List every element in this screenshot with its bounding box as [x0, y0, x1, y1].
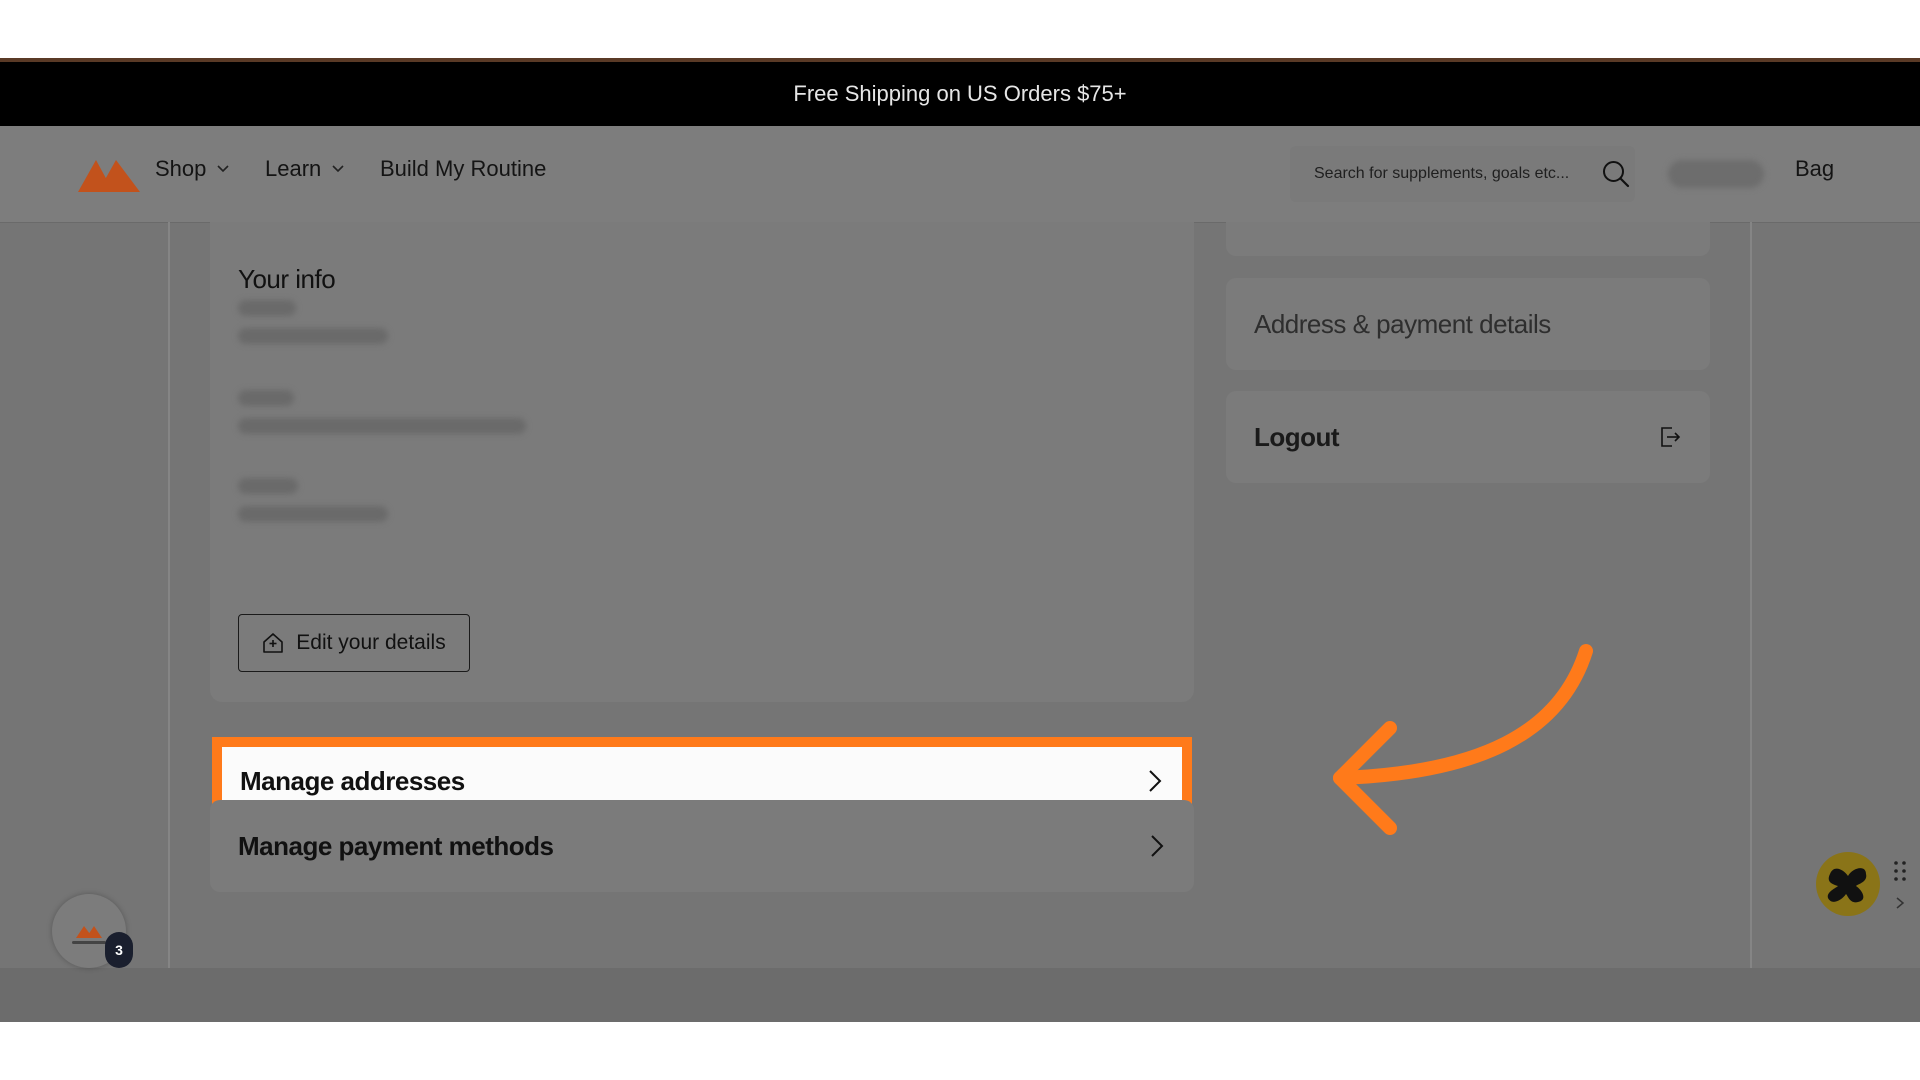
nav-build-routine[interactable]: Build My Routine	[380, 156, 546, 182]
nav-learn[interactable]: Learn	[265, 156, 345, 182]
nav-learn-label: Learn	[265, 156, 322, 181]
footer-strip	[0, 968, 1920, 1022]
sidebar-item-logout[interactable]: Logout	[1226, 391, 1710, 483]
edit-details-label: Edit your details	[296, 631, 446, 654]
sidebar-item-address-payment[interactable]: Address & payment details	[1226, 278, 1710, 370]
notification-count-badge: 3	[105, 932, 133, 968]
redacted-value	[238, 328, 388, 344]
chevron-right-icon	[1151, 835, 1164, 857]
logout-label: Logout	[1254, 421, 1340, 452]
manage-addresses-label: Manage addresses	[240, 765, 465, 796]
chevron-right-icon[interactable]	[1895, 896, 1905, 910]
brand-logo-icon[interactable]	[78, 156, 140, 192]
sidebar-item-partial[interactable]	[1226, 222, 1710, 256]
your-info-card: Your info Edit your details	[210, 222, 1194, 702]
manage-payment-methods-label: Manage payment methods	[238, 830, 554, 861]
redacted-label	[238, 300, 296, 316]
star-blob-icon	[1827, 868, 1867, 903]
drag-grip-icon[interactable]	[1893, 860, 1907, 882]
redacted-label	[238, 478, 298, 494]
chevron-right-icon	[1149, 770, 1162, 792]
bag-link[interactable]: Bag	[1795, 156, 1834, 182]
search-input[interactable]	[1312, 164, 1601, 184]
announcement-bar: Free Shipping on US Orders $75+	[0, 62, 1920, 126]
helper-widget[interactable]	[1816, 852, 1880, 916]
logout-icon	[1661, 427, 1681, 447]
account-name-redacted[interactable]	[1668, 160, 1764, 188]
redacted-value	[238, 506, 388, 522]
home-icon	[263, 633, 284, 653]
nav-shop[interactable]: Shop	[155, 156, 230, 182]
search-bar	[1290, 146, 1635, 202]
orange-arrow-annotation-icon	[1333, 644, 1593, 835]
search-icon[interactable]	[1601, 159, 1631, 189]
your-info-title: Your info	[238, 264, 336, 294]
edit-details-button[interactable]: Edit your details	[238, 614, 470, 672]
address-payment-label: Address & payment details	[1254, 308, 1551, 339]
manage-payment-methods-row[interactable]: Manage payment methods	[210, 800, 1194, 892]
nav-build-label: Build My Routine	[380, 156, 547, 181]
screen: Free Shipping on US Orders $75+ Shop Lea…	[0, 58, 1920, 1022]
announcement-text: Free Shipping on US Orders $75+	[793, 81, 1127, 106]
site-header: Shop Learn Build My Routine Bag	[0, 126, 1920, 223]
redacted-label	[238, 390, 294, 406]
redacted-value	[238, 418, 526, 434]
chevron-down-icon	[332, 165, 344, 173]
chevron-down-icon	[217, 165, 229, 173]
nav-shop-label: Shop	[155, 156, 207, 181]
